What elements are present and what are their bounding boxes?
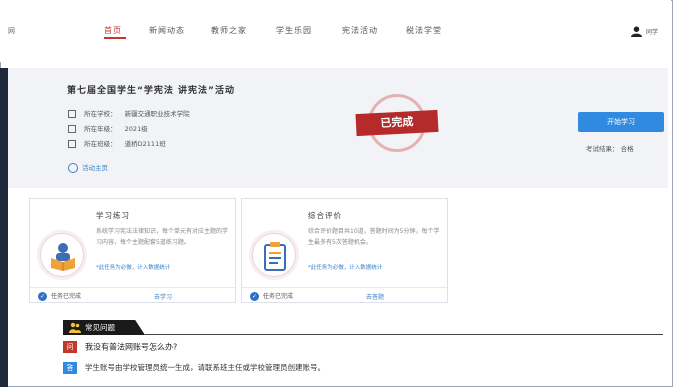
go-study-button[interactable]: 去学习 [154, 292, 172, 301]
class-value: 道桥D2111班 [124, 140, 166, 148]
grade-value: 2021级 [124, 125, 148, 133]
faq-question[interactable]: 问我没有普法网账号怎么办? [63, 341, 177, 353]
check-icon: ✓ [38, 292, 47, 301]
activity-panel: 第七届全国学生“学宪法 讲宪法”活动 所在学校： 新疆交通职业技术学院 所在年级… [8, 68, 668, 188]
card-footer: ✓ 任务已完成 去答题 [242, 287, 447, 302]
task-status-label: 任务已完成 [263, 293, 294, 300]
reading-icon [40, 233, 84, 277]
study-practice-card: 学习练习 系统学习宪法法律知识，每个单元有对应主题的学习内容，每个主题配套5道练… [29, 198, 236, 303]
school-label: 所在学校： [84, 110, 117, 118]
card-note: *此任务为必做，计入数据统计 [308, 265, 383, 271]
school-row: 所在学校： 新疆交通职业技术学院 [68, 108, 190, 118]
left-side-bar [0, 68, 8, 387]
grade-label: 所在年级： [84, 125, 117, 133]
faq-users-icon [69, 322, 81, 333]
faq-answer: 答学生账号由学校管理员统一生成，请联系班主任或学校管理员创建账号。 [63, 362, 325, 374]
card-description: 系统学习宪法法律知识，每个单元有对应主题的学习内容，每个主题配套5道练习题。 [96, 228, 229, 246]
top-navigation: 网 首页 新闻动态 教师之家 学生乐园 宪法活动 税法学堂 同学 [0, 0, 671, 62]
nav-active-indicator [104, 37, 126, 39]
user-name[interactable]: 同学 [646, 27, 658, 36]
activity-home-link[interactable]: 活动主页 [68, 162, 108, 173]
task-status: ✓ 任务已完成 [38, 291, 81, 301]
home-icon [68, 163, 78, 173]
stamp-label: 已完成 [355, 109, 439, 137]
school-icon [68, 110, 76, 118]
faq-answer-text: 学生账号由学校管理员统一生成，请联系班主任或学校管理员创建账号。 [85, 363, 325, 372]
exam-result-value: 合格 [620, 145, 634, 153]
task-status: ✓ 任务已完成 [250, 291, 293, 301]
faq-divider [145, 334, 663, 335]
site-logo[interactable]: 网 [8, 26, 15, 36]
card-title: 综合评价 [308, 211, 342, 220]
nav-news[interactable]: 新闻动态 [149, 25, 185, 36]
user-icon[interactable] [631, 26, 642, 37]
faq-question-text: 我没有普法网账号怎么办? [85, 342, 178, 352]
class-icon [68, 140, 76, 148]
class-row: 所在班级： 道桥D2111班 [68, 138, 166, 148]
activity-title: 第七届全国学生“学宪法 讲宪法”活动 [67, 86, 235, 96]
card-title: 学习练习 [96, 211, 130, 220]
check-icon: ✓ [250, 292, 259, 301]
card-note: *此任务为必做，计入数据统计 [96, 265, 171, 271]
completed-stamp: 已完成 [355, 94, 442, 152]
question-tag: 问 [63, 341, 77, 353]
task-status-label: 任务已完成 [51, 293, 82, 300]
exam-result: 考试结果： 合格 [586, 143, 634, 153]
class-label: 所在班级： [84, 140, 117, 148]
nav-constitution[interactable]: 宪法活动 [342, 25, 378, 36]
activity-home-label: 活动主页 [82, 164, 108, 172]
grade-icon [68, 125, 76, 133]
nav-students[interactable]: 学生乐园 [276, 25, 312, 36]
exam-result-label: 考试结果： [586, 145, 619, 153]
school-value: 新疆交通职业技术学院 [124, 110, 190, 118]
answer-tag: 答 [63, 362, 77, 374]
grade-row: 所在年级： 2021级 [68, 123, 148, 133]
nav-home[interactable]: 首页 [104, 25, 122, 36]
go-answer-button[interactable]: 去答题 [366, 292, 384, 301]
card-footer: ✓ 任务已完成 去学习 [30, 287, 235, 302]
clipboard-icon [252, 233, 296, 277]
nav-tax-law[interactable]: 税法学堂 [406, 25, 442, 36]
start-learning-button[interactable]: 开始学习 [578, 112, 664, 132]
nav-teachers[interactable]: 教师之家 [211, 25, 247, 36]
comprehensive-evaluation-card: 综合评价 综合评价题目共10道，答题时间为5分钟，每个学生最多有5次答题机会。 … [241, 198, 448, 303]
card-description: 综合评价题目共10道，答题时间为5分钟，每个学生最多有5次答题机会。 [308, 228, 440, 246]
